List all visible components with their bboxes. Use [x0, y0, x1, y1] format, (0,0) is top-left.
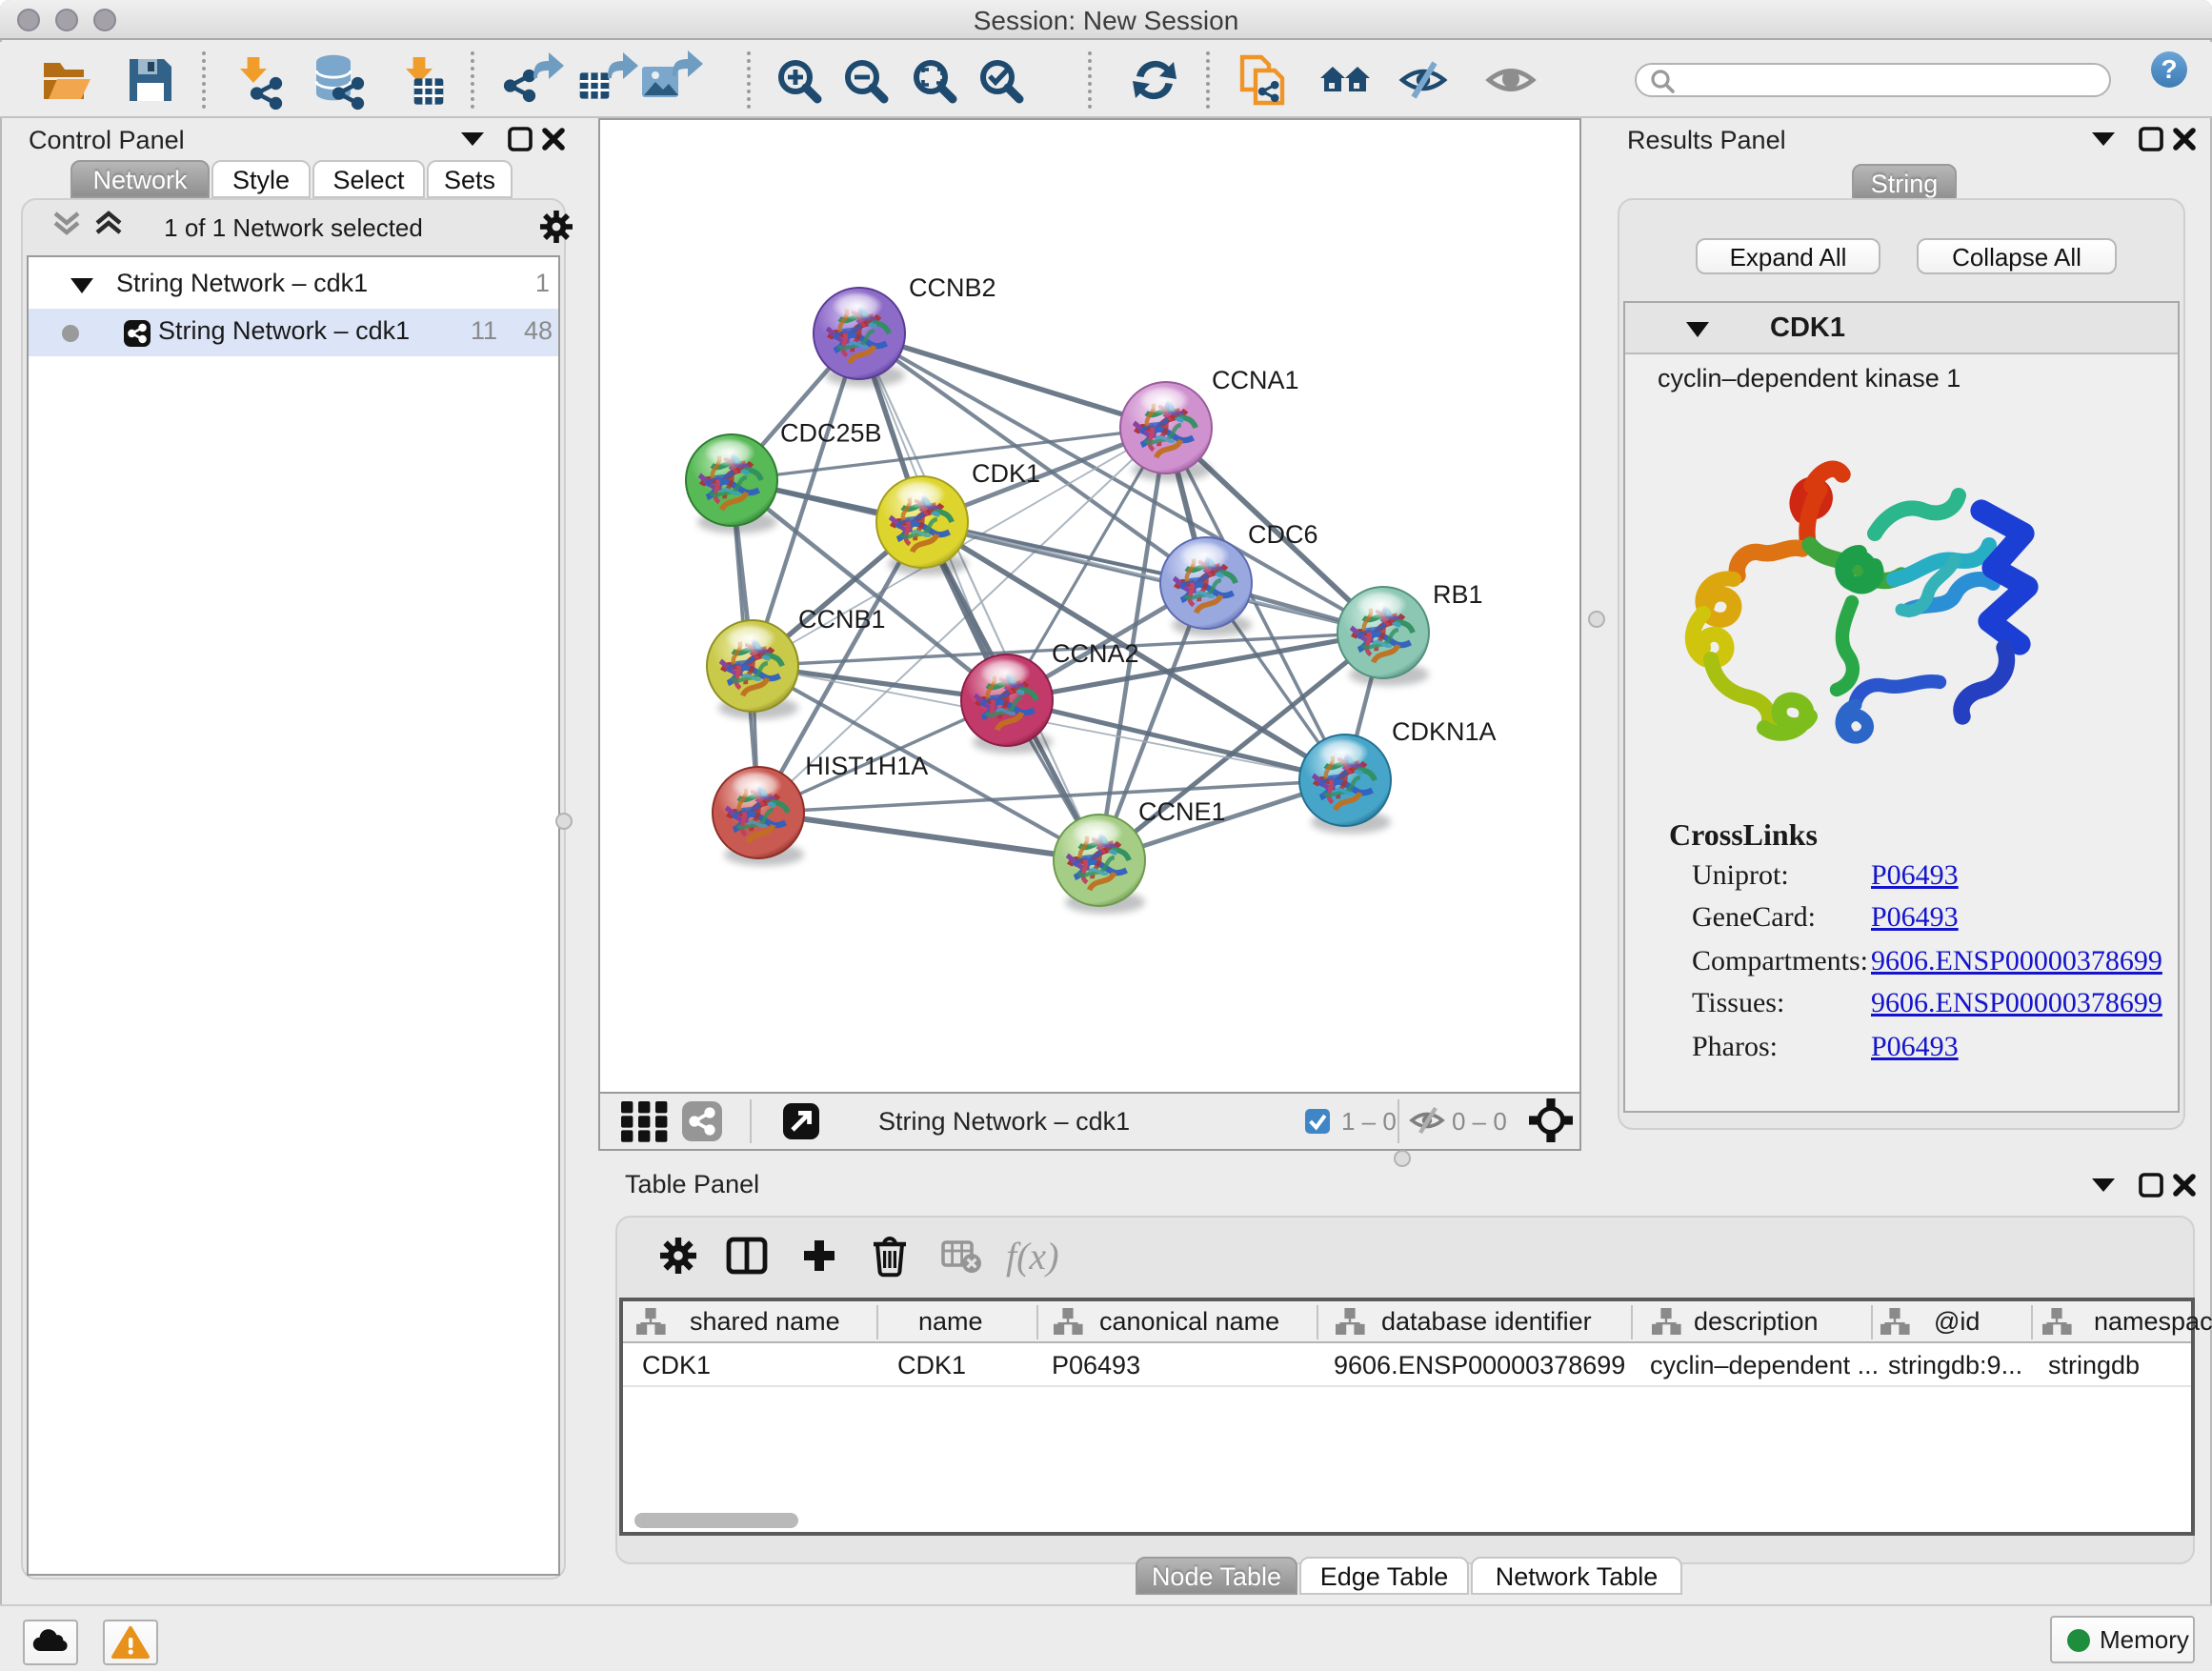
- svg-text:CCNA1: CCNA1: [1212, 366, 1299, 394]
- svg-text:CDC25B: CDC25B: [780, 418, 882, 447]
- svg-text:1 – 0: 1 – 0: [1341, 1107, 1397, 1136]
- svg-text:CDKN1A: CDKN1A: [1392, 717, 1497, 746]
- svg-text:0 – 0: 0 – 0: [1452, 1107, 1507, 1136]
- svg-text:RB1: RB1: [1433, 580, 1483, 609]
- svg-text:CDC6: CDC6: [1248, 520, 1318, 549]
- svg-text:CCNB1: CCNB1: [798, 605, 886, 634]
- svg-text:HIST1H1A: HIST1H1A: [805, 752, 928, 780]
- svg-text:f(x): f(x): [1006, 1235, 1059, 1278]
- svg-text:CCNB2: CCNB2: [909, 273, 996, 302]
- svg-text:CCNE1: CCNE1: [1138, 797, 1226, 826]
- svg-text:CDK1: CDK1: [972, 459, 1040, 488]
- svg-text:CCNA2: CCNA2: [1052, 639, 1139, 668]
